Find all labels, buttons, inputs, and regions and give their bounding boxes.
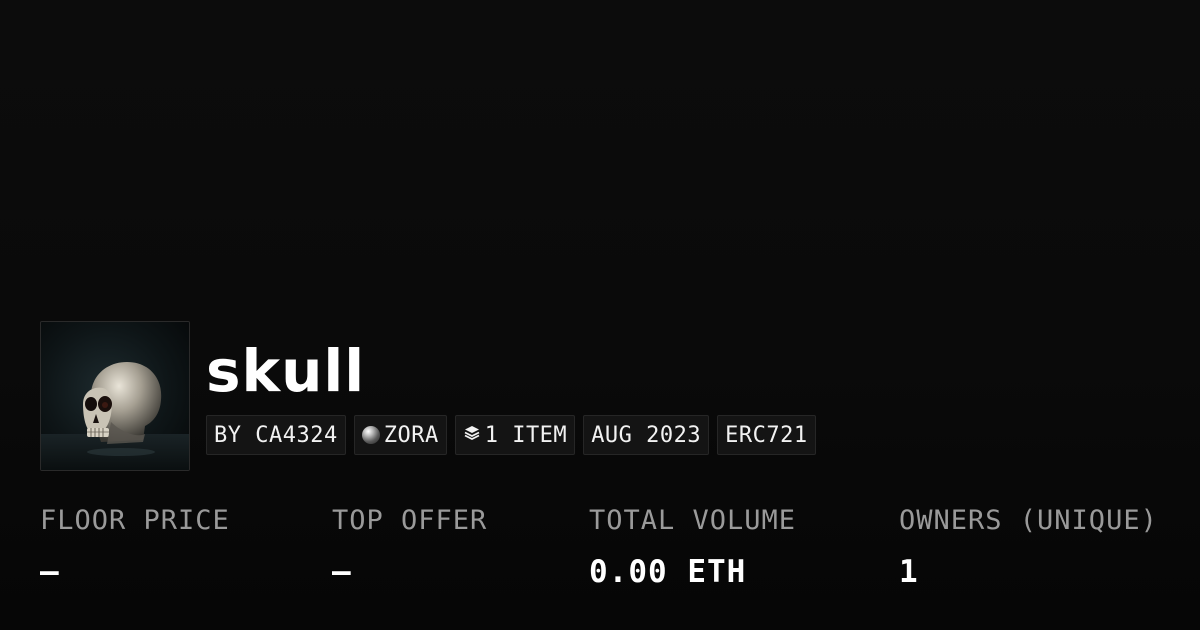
date-label: AUG 2023 bbox=[591, 422, 702, 448]
collection-image[interactable] bbox=[40, 321, 190, 471]
date-badge: AUG 2023 bbox=[583, 415, 710, 455]
skull-image bbox=[41, 322, 189, 470]
collection-badges: BY CA4324 ZORA 1 ITEM AUG 2023 ERC721 bbox=[206, 415, 816, 455]
layers-icon bbox=[463, 423, 481, 448]
items-badge[interactable]: 1 ITEM bbox=[454, 415, 576, 455]
top-offer-label: TOP OFFER bbox=[332, 505, 488, 536]
stat-top-offer: TOP OFFER — bbox=[332, 500, 487, 596]
floor-price-label: FLOOR PRICE bbox=[40, 505, 230, 536]
top-offer-value: — bbox=[332, 554, 352, 590]
standard-label: ERC721 bbox=[725, 422, 808, 448]
creator-label: BY CA4324 bbox=[214, 422, 338, 448]
chain-badge[interactable]: ZORA bbox=[353, 415, 447, 455]
stat-floor-price: FLOOR PRICE — bbox=[40, 500, 230, 596]
standard-badge: ERC721 bbox=[717, 415, 816, 455]
total-volume-label: TOTAL VOLUME bbox=[589, 505, 797, 536]
zora-orb-icon bbox=[361, 426, 380, 444]
items-label: 1 ITEM bbox=[484, 422, 568, 448]
floor-price-value: — bbox=[40, 554, 60, 590]
owners-value: 1 bbox=[899, 554, 919, 590]
stat-owners: OWNERS (UNIQUE) 1 bbox=[899, 500, 1158, 596]
total-volume-value: 0.00 ETH bbox=[589, 554, 747, 590]
collection-title: skull bbox=[206, 337, 366, 405]
chain-label: ZORA bbox=[383, 422, 439, 448]
owners-label: OWNERS (UNIQUE) bbox=[899, 505, 1158, 536]
creator-badge[interactable]: BY CA4324 bbox=[206, 415, 346, 455]
stat-total-volume: TOTAL VOLUME 0.00 ETH bbox=[589, 500, 796, 596]
